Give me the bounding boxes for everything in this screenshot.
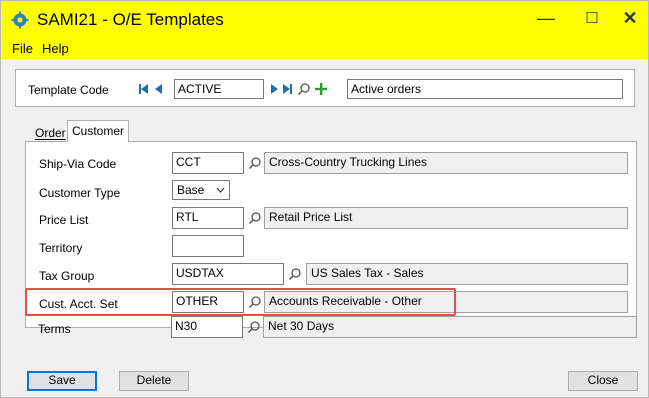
last-record-icon[interactable]	[281, 82, 293, 96]
highlight-box	[25, 288, 456, 316]
customer-type-value: Base	[177, 183, 205, 197]
ship-via-label: Ship-Via Code	[39, 157, 117, 171]
ship-via-input[interactable]: CCT	[172, 152, 244, 174]
previous-record-icon[interactable]	[153, 82, 165, 96]
chevron-down-icon	[216, 187, 225, 193]
delete-button[interactable]: Delete	[119, 371, 189, 391]
ship-via-description: Cross-Country Trucking Lines	[264, 152, 628, 174]
tax-group-description: US Sales Tax - Sales	[306, 263, 628, 285]
application-window: SAMI21 - O/E Templates — ☐ ✕ File Help T…	[0, 0, 649, 398]
tab-order[interactable]: Order	[31, 123, 70, 143]
menu-help[interactable]: Help	[42, 41, 69, 57]
terms-label: Terms	[38, 322, 71, 336]
finder-icon[interactable]	[247, 320, 261, 334]
template-code-panel: Template Code ACTIVE Active orders	[15, 69, 635, 107]
title-bar[interactable]: SAMI21 - O/E Templates — ☐ ✕	[1, 1, 648, 39]
maximize-button[interactable]: ☐	[577, 5, 607, 31]
finder-icon[interactable]	[288, 267, 302, 281]
territory-input[interactable]	[172, 235, 244, 257]
save-button[interactable]: Save	[27, 371, 97, 391]
price-list-input[interactable]: RTL	[172, 207, 244, 229]
terms-input[interactable]: N30	[171, 316, 243, 338]
template-code-label: Template Code	[28, 83, 109, 97]
window-title: SAMI21 - O/E Templates	[37, 10, 224, 29]
tax-group-label: Tax Group	[39, 269, 95, 283]
finder-icon[interactable]	[248, 211, 262, 225]
close-button[interactable]: Close	[568, 371, 638, 391]
tab-customer[interactable]: Customer	[67, 120, 130, 142]
price-list-label: Price List	[39, 213, 89, 227]
menu-bar: File Help	[1, 39, 648, 59]
tax-group-input[interactable]: USDTAX	[172, 263, 284, 285]
customer-type-select[interactable]: Base	[172, 180, 230, 200]
new-icon[interactable]	[314, 82, 328, 96]
price-list-description: Retail Price List	[264, 207, 628, 229]
template-description-input[interactable]: Active orders	[347, 79, 623, 99]
settings-gear-icon	[11, 11, 29, 29]
minimize-button[interactable]: —	[531, 5, 561, 31]
next-record-icon[interactable]	[268, 82, 280, 96]
close-window-button[interactable]: ✕	[615, 5, 645, 31]
tab-customer-label: Customer	[72, 124, 125, 138]
terms-description: Net 30 Days	[263, 316, 637, 338]
finder-icon[interactable]	[248, 156, 262, 170]
finder-icon[interactable]	[297, 82, 311, 96]
first-record-icon[interactable]	[138, 82, 150, 96]
customer-type-label: Customer Type	[39, 186, 121, 200]
territory-label: Territory	[39, 241, 83, 255]
tab-order-label: Order	[35, 126, 66, 140]
template-code-input[interactable]: ACTIVE	[174, 79, 264, 99]
menu-file[interactable]: File	[12, 41, 33, 57]
